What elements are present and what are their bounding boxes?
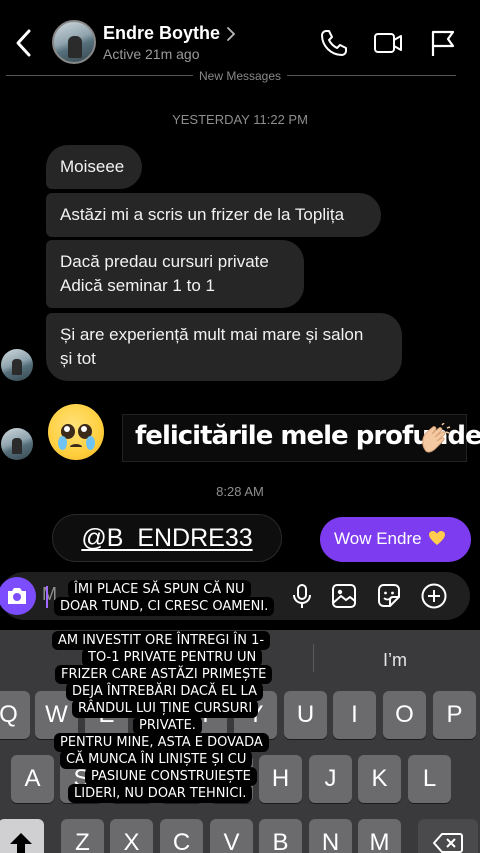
- video-call-icon[interactable]: [373, 28, 403, 58]
- sticker-icon[interactable]: [375, 582, 403, 610]
- key-z[interactable]: Z: [61, 819, 104, 853]
- key-t[interactable]: T: [184, 691, 227, 739]
- key-y[interactable]: Y: [234, 691, 277, 739]
- key-b[interactable]: B: [259, 819, 302, 853]
- microphone-icon[interactable]: [288, 582, 316, 610]
- plus-icon[interactable]: [420, 582, 448, 610]
- contact-avatar[interactable]: [52, 20, 96, 64]
- key-g[interactable]: G: [210, 755, 253, 803]
- message-input[interactable]: M: [42, 584, 57, 605]
- key-x[interactable]: X: [110, 819, 153, 853]
- new-messages-label: New Messages: [0, 69, 480, 83]
- key-n[interactable]: N: [309, 819, 352, 853]
- message-bubble[interactable]: Moiseee: [46, 145, 142, 189]
- gif-sticker[interactable]: felicitările mele profunde: [122, 414, 480, 462]
- key-m[interactable]: M: [358, 819, 401, 853]
- timestamp: 8:28 AM: [216, 484, 264, 499]
- timestamp: YESTERDAY 11:22 PM: [172, 112, 308, 127]
- key-c[interactable]: C: [160, 819, 203, 853]
- key-h[interactable]: H: [259, 755, 302, 803]
- clapping-hands-icon: [422, 423, 451, 453]
- message-bubble[interactable]: Dacă predau cursuri private Adică semina…: [46, 240, 304, 308]
- camera-icon: [8, 588, 26, 604]
- key-u[interactable]: U: [284, 691, 327, 739]
- text-cursor: [46, 586, 48, 608]
- key-l[interactable]: L: [408, 755, 451, 803]
- backspace-icon: [433, 833, 463, 853]
- key-v[interactable]: V: [210, 819, 253, 853]
- sender-avatar[interactable]: [1, 349, 33, 381]
- shift-key[interactable]: [0, 819, 44, 853]
- phone-icon[interactable]: [319, 28, 349, 58]
- suggestion-word[interactable]: I’m: [383, 650, 407, 671]
- key-j[interactable]: J: [309, 755, 352, 803]
- contact-name[interactable]: Endre Boythe: [103, 23, 220, 44]
- chevron-right-icon[interactable]: [226, 26, 236, 42]
- key-q[interactable]: Q: [0, 691, 30, 739]
- back-chevron-icon[interactable]: [12, 28, 36, 58]
- shift-arrow-icon: [10, 833, 32, 853]
- contact-status: Active 21m ago: [103, 46, 200, 62]
- mention-message[interactable]: @B_ENDRE33: [52, 514, 282, 562]
- backspace-key[interactable]: [418, 819, 478, 853]
- key-p[interactable]: P: [433, 691, 476, 739]
- key-a[interactable]: A: [11, 755, 54, 803]
- suggestion-divider: [313, 644, 314, 672]
- camera-button[interactable]: [0, 577, 36, 615]
- key-o[interactable]: O: [383, 691, 426, 739]
- key-f[interactable]: F: [160, 755, 203, 803]
- pleading-face-emoji[interactable]: [48, 404, 104, 460]
- flag-icon[interactable]: [428, 28, 458, 58]
- sender-avatar[interactable]: [1, 428, 33, 460]
- key-k[interactable]: K: [358, 755, 401, 803]
- sent-message-bubble[interactable]: Wow Endre: [320, 517, 471, 562]
- gallery-icon[interactable]: [330, 582, 358, 610]
- suggestion-bar: I’m: [0, 630, 480, 688]
- key-s[interactable]: S: [60, 755, 103, 803]
- chat-header: Endre Boythe Active 21m ago: [0, 0, 480, 78]
- message-bubble[interactable]: Astăzi mi a scris un frizer de la Topliț…: [46, 193, 381, 237]
- message-bubble[interactable]: Și are experiență mult mai mare și salon…: [46, 313, 402, 381]
- key-r[interactable]: R: [134, 691, 177, 739]
- yellow-heart-icon: [428, 531, 445, 545]
- key-d[interactable]: D: [110, 755, 153, 803]
- key-e[interactable]: E: [85, 691, 128, 739]
- key-i[interactable]: I: [333, 691, 376, 739]
- key-w[interactable]: W: [35, 691, 78, 739]
- keyboard: I’m Q W E R T Y U I O P A S D F G H J K …: [0, 630, 480, 853]
